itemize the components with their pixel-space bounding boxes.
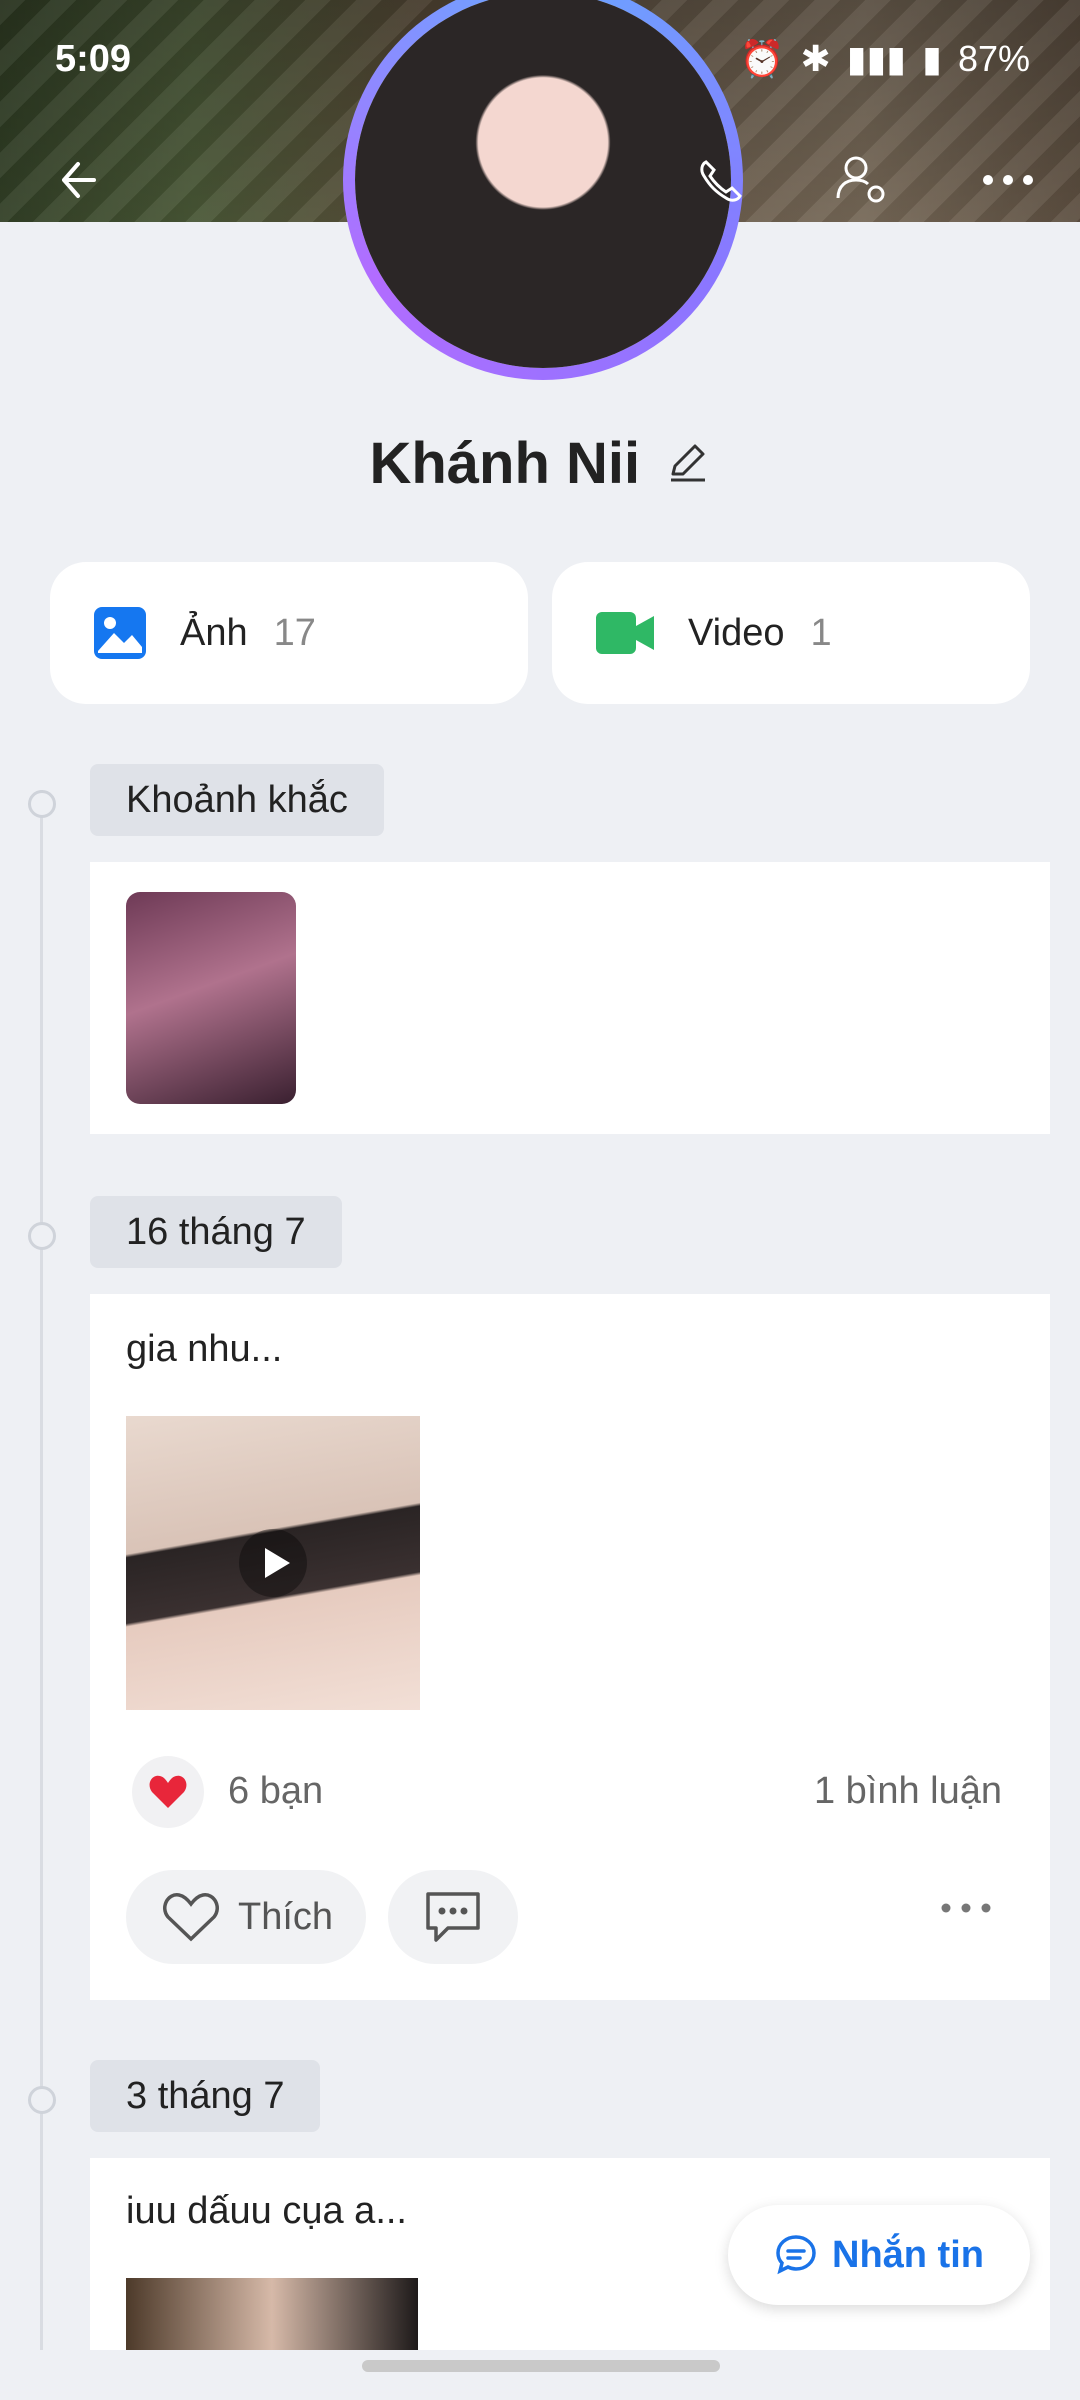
like-button[interactable]: Thích	[126, 1870, 366, 1964]
message-button[interactable]: Nhắn tin	[728, 2205, 1030, 2305]
timeline-line	[40, 790, 43, 2350]
videos-label: Video	[688, 611, 785, 654]
profile-name: Khánh Nii	[369, 431, 641, 496]
post-card: gia nhu... 6 bạn 1 bình luận Thích	[90, 1294, 1050, 2000]
back-arrow-icon	[62, 162, 96, 198]
post-date: 16 tháng 7	[126, 1210, 306, 1253]
moments-card	[90, 862, 1050, 1134]
reaction-badge[interactable]	[132, 1756, 204, 1828]
post-more-button[interactable]	[938, 1900, 994, 1921]
more-options-button[interactable]	[968, 140, 1048, 220]
post-caption[interactable]: iuu dấuu cụa a...	[126, 2190, 407, 2233]
moments-label: Khoảnh khắc	[126, 778, 348, 821]
photos-card[interactable]: Ảnh 17	[50, 562, 528, 704]
post-thumbnail[interactable]	[126, 2278, 418, 2350]
profile-settings-button[interactable]	[822, 140, 902, 220]
alarm-icon: ⏰	[739, 38, 785, 79]
battery-level: 87%	[957, 38, 1030, 79]
moment-thumbnail[interactable]	[126, 892, 296, 1104]
more-icon	[941, 1903, 991, 1913]
video-thumbnail[interactable]	[126, 1416, 420, 1710]
user-settings-icon	[836, 156, 885, 203]
comment-icon	[426, 1892, 480, 1942]
heart-outline-icon	[163, 1893, 219, 1942]
photos-count: 17	[273, 611, 316, 654]
post-date-chip: 3 tháng 7	[90, 2060, 321, 2132]
battery-icon: ▮	[922, 38, 942, 79]
videos-count: 1	[810, 611, 832, 654]
photo-icon	[94, 607, 146, 659]
videos-card[interactable]: Video 1	[552, 562, 1030, 704]
timeline-dot	[28, 1222, 56, 1250]
more-icon	[983, 175, 1033, 185]
post-caption[interactable]: gia nhu...	[126, 1328, 282, 1371]
chat-bubble-icon	[776, 2235, 816, 2275]
home-indicator[interactable]	[362, 2360, 720, 2372]
play-icon	[239, 1529, 307, 1597]
edit-name-button[interactable]	[665, 438, 711, 489]
post-date-chip: 16 tháng 7	[90, 1196, 342, 1268]
back-button[interactable]	[42, 140, 122, 220]
call-button[interactable]	[680, 140, 760, 220]
top-bar	[0, 140, 1080, 220]
status-icons: ⏰ ✱ ▮▮▮ ▮ 87%	[740, 38, 1030, 80]
status-bar: 5:09 ⏰ ✱ ▮▮▮ ▮ 87%	[0, 0, 1080, 120]
message-label: Nhắn tin	[832, 2233, 984, 2276]
video-camera-icon	[596, 612, 654, 654]
profile-name-row: Khánh Nii	[0, 430, 1080, 497]
comment-button[interactable]	[388, 1870, 518, 1964]
bluetooth-icon: ✱	[800, 38, 831, 79]
moments-header: Khoảnh khắc	[90, 764, 384, 836]
comment-count[interactable]: 1 bình luận	[814, 1770, 1002, 1813]
photos-label: Ảnh	[180, 611, 248, 654]
pencil-icon	[670, 444, 705, 482]
status-time: 5:09	[55, 38, 132, 80]
like-label: Thích	[238, 1895, 334, 1938]
timeline-dot	[28, 790, 56, 818]
phone-icon	[700, 160, 742, 202]
signal-icon: ▮▮▮	[846, 38, 907, 79]
post-date: 3 tháng 7	[126, 2074, 285, 2117]
timeline-dot	[28, 2086, 56, 2114]
reaction-count[interactable]: 6 bạn	[228, 1770, 323, 1813]
heart-reaction-icon	[149, 1775, 187, 1808]
